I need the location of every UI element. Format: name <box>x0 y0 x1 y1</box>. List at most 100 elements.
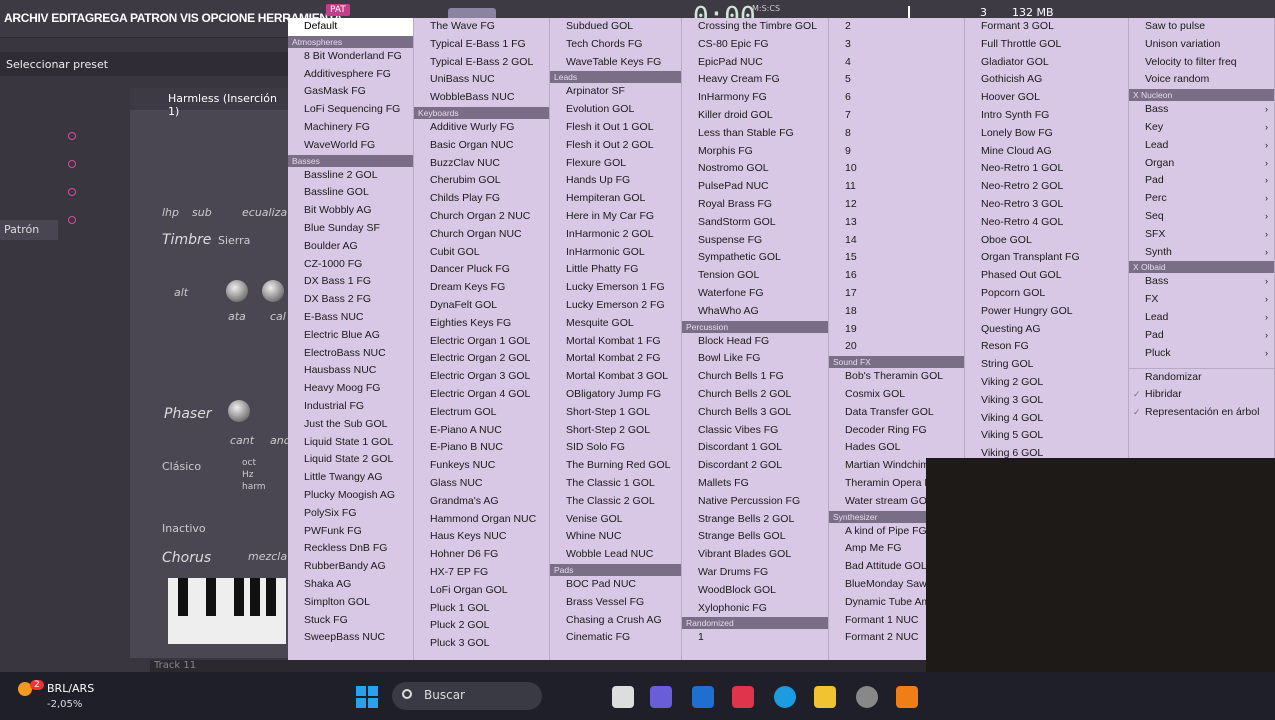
submenu-item[interactable]: Bass › <box>1129 101 1274 119</box>
phaser-mode-select[interactable]: Clásico <box>162 460 201 473</box>
menu-item[interactable]: Church Bells 1 FG <box>682 368 828 386</box>
menu-item[interactable]: Gothicish AG <box>965 71 1128 89</box>
menu-item[interactable]: Cherubim GOL <box>414 172 549 190</box>
submenu-item[interactable]: Lead › <box>1129 137 1274 155</box>
menu-item[interactable]: Default <box>288 18 413 36</box>
menu-item[interactable]: 3 <box>829 36 964 54</box>
menu-item[interactable]: Mortal Kombat 1 FG <box>550 333 681 351</box>
menu-item[interactable]: 13 <box>829 214 964 232</box>
channel-led[interactable] <box>68 188 76 196</box>
menu-item[interactable]: Heavy Moog FG <box>288 380 413 398</box>
menu-item[interactable]: Power Hungry GOL <box>965 303 1128 321</box>
menu-item[interactable]: 11 <box>829 178 964 196</box>
preset-bar[interactable]: Seleccionar preset <box>0 52 288 76</box>
ata-knob[interactable] <box>226 280 248 302</box>
menu-item[interactable]: Electric Organ 3 GOL <box>414 368 549 386</box>
menu-item[interactable]: Sympathetic GOL <box>682 249 828 267</box>
store-icon[interactable] <box>692 686 714 708</box>
cal-knob[interactable] <box>262 280 284 302</box>
menu-item[interactable]: Questing AG <box>965 321 1128 339</box>
menu-item[interactable]: CZ-1000 FG <box>288 256 413 274</box>
submenu-item[interactable]: Bass › <box>1129 273 1274 291</box>
menu-item[interactable]: Strange Bells 2 GOL <box>682 511 828 529</box>
menu-item[interactable]: HX-7 EP FG <box>414 564 549 582</box>
menu-item[interactable]: BuzzClav NUC <box>414 155 549 173</box>
black-key[interactable] <box>234 578 244 616</box>
menu-item[interactable]: DX Bass 2 FG <box>288 291 413 309</box>
menu-item[interactable]: Hempiteran GOL <box>550 190 681 208</box>
submenu-item[interactable]: Synth › <box>1129 244 1274 262</box>
submenu-item[interactable]: Lead › <box>1129 309 1274 327</box>
menu-item[interactable]: PWFunk FG <box>288 523 413 541</box>
menu-item[interactable]: War Drums FG <box>682 564 828 582</box>
menu-item[interactable]: 4 <box>829 54 964 72</box>
menu-item[interactable]: LoFi Sequencing FG <box>288 101 413 119</box>
menu-item[interactable]: Typical E-Bass 2 GOL <box>414 54 549 72</box>
file-explorer-icon[interactable] <box>612 686 634 708</box>
menu-item[interactable]: Machinery FG <box>288 119 413 137</box>
menu-item[interactable]: 17 <box>829 285 964 303</box>
menu-item[interactable]: LoFi Organ GOL <box>414 582 549 600</box>
menu-item[interactable]: Chasing a Crush AG <box>550 612 681 630</box>
menu-item[interactable]: Discordant 2 GOL <box>682 457 828 475</box>
menu-item[interactable]: Neo-Retro 3 GOL <box>965 196 1128 214</box>
menu-item[interactable]: Childs Play FG <box>414 190 549 208</box>
menu-item[interactable]: Little Twangy AG <box>288 469 413 487</box>
menu-item[interactable]: Less than Stable FG <box>682 125 828 143</box>
menu-item[interactable]: WaveWorld FG <box>288 137 413 155</box>
submenu-item[interactable]: Pad › <box>1129 172 1274 190</box>
menu-item[interactable]: DX Bass 1 FG <box>288 273 413 291</box>
menu-item[interactable]: Intro Synth FG <box>965 107 1128 125</box>
menu-item[interactable]: Lucky Emerson 1 FG <box>550 279 681 297</box>
preset-selector[interactable]: Seleccionar preset <box>6 58 108 71</box>
windows-start-icon[interactable] <box>356 686 378 708</box>
menu-item[interactable]: Church Organ 2 NUC <box>414 208 549 226</box>
menu-item[interactable]: Here in My Car FG <box>550 208 681 226</box>
menu-item[interactable]: DynaFelt GOL <box>414 297 549 315</box>
menu-item[interactable]: Dancer Pluck FG <box>414 261 549 279</box>
menu-item[interactable]: Church Bells 2 GOL <box>682 386 828 404</box>
menu-item[interactable]: Venise GOL <box>550 511 681 529</box>
menu-item[interactable]: 9 <box>829 143 964 161</box>
menu-item[interactable]: Gladiator GOL <box>965 54 1128 72</box>
menu-item[interactable]: EpicPad NUC <box>682 54 828 72</box>
menu-item[interactable]: Bassline 2 GOL <box>288 167 413 185</box>
menu-item[interactable]: Mesquite GOL <box>550 315 681 333</box>
submenu-item[interactable]: Seq › <box>1129 208 1274 226</box>
menu-item[interactable]: Mallets FG <box>682 475 828 493</box>
menu-item[interactable]: Phased Out GOL <box>965 267 1128 285</box>
submenu-item[interactable]: Pluck › <box>1129 345 1274 363</box>
menu-item[interactable]: Typical E-Bass 1 FG <box>414 36 549 54</box>
cant-knob[interactable] <box>228 400 250 422</box>
menu-item[interactable]: WoodBlock GOL <box>682 582 828 600</box>
menu-item[interactable]: Evolution GOL <box>550 101 681 119</box>
ticker-symbol[interactable]: BRL/ARS <box>47 682 94 695</box>
menu-item[interactable]: 16 <box>829 267 964 285</box>
menu-item[interactable]: Little Phatty FG <box>550 261 681 279</box>
menu-item[interactable]: Additivesphere FG <box>288 66 413 84</box>
black-key[interactable] <box>250 578 260 616</box>
menu-item[interactable]: Pluck 2 GOL <box>414 617 549 635</box>
menu-item[interactable]: InHarmony FG <box>682 89 828 107</box>
menu-item[interactable]: 1 <box>682 629 828 647</box>
menu-item[interactable]: Glass NUC <box>414 475 549 493</box>
menu-item[interactable]: Hoover GOL <box>965 89 1128 107</box>
menu-item[interactable]: Flexure GOL <box>550 155 681 173</box>
channel-led[interactable] <box>68 216 76 224</box>
menu-item[interactable]: InHarmonic GOL <box>550 244 681 262</box>
menu-item[interactable]: 18 <box>829 303 964 321</box>
menu-item[interactable]: 5 <box>829 71 964 89</box>
submenu-item[interactable]: Pad › <box>1129 327 1274 345</box>
menu-item[interactable]: 15 <box>829 249 964 267</box>
menu-item[interactable]: Blue Sunday SF <box>288 220 413 238</box>
menu-item[interactable]: E-Bass NUC <box>288 309 413 327</box>
menu-item[interactable]: 6 <box>829 89 964 107</box>
menu-item[interactable]: E-Piano A NUC <box>414 422 549 440</box>
menu-item[interactable]: Bowl Like FG <box>682 350 828 368</box>
menu-item[interactable]: Pluck 1 GOL <box>414 600 549 618</box>
menu-item[interactable]: Popcorn GOL <box>965 285 1128 303</box>
menu-item[interactable]: SweepBass NUC <box>288 629 413 647</box>
menu-item[interactable]: 7 <box>829 107 964 125</box>
channel-led[interactable] <box>68 160 76 168</box>
menu-item[interactable]: The Burning Red GOL <box>550 457 681 475</box>
